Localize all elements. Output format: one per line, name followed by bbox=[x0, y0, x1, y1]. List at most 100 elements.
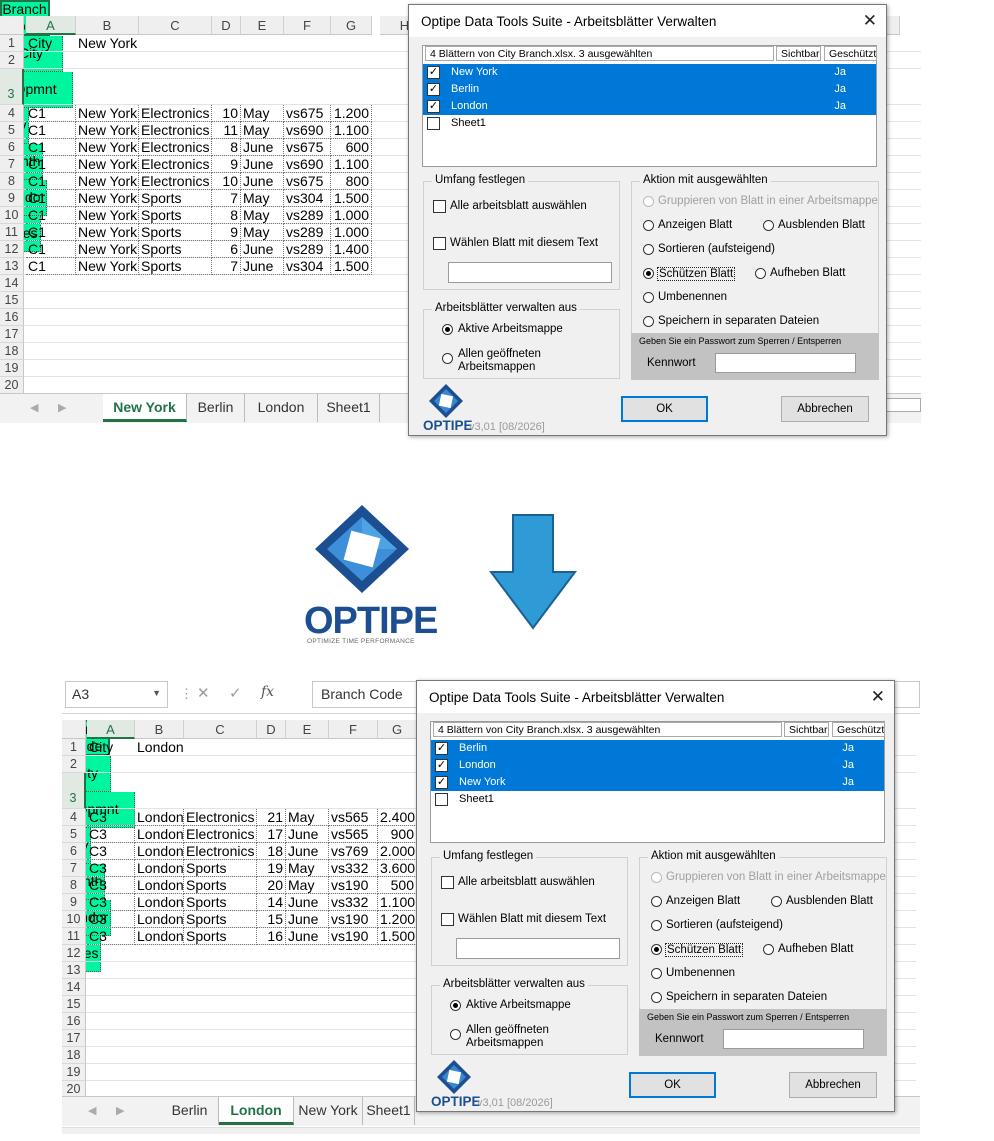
row-header[interactable]: 12 bbox=[62, 945, 86, 962]
unprotect-radio[interactable] bbox=[755, 268, 766, 279]
table-cell[interactable]: New York bbox=[76, 224, 139, 241]
row-header[interactable]: 17 bbox=[62, 1030, 86, 1047]
table-cell[interactable]: 1.000 bbox=[331, 207, 372, 224]
top-horizontal-scroll[interactable] bbox=[881, 398, 921, 412]
table-cell[interactable]: vs332 bbox=[329, 860, 378, 877]
table-cell[interactable]: London bbox=[135, 928, 184, 945]
table-cell[interactable]: June bbox=[241, 258, 284, 275]
col-protected-header[interactable]: Geschützten bbox=[832, 722, 885, 737]
table-cell[interactable]: 10 bbox=[212, 173, 241, 190]
row-header[interactable]: 19 bbox=[0, 360, 24, 377]
table-cell[interactable]: Sports bbox=[184, 860, 257, 877]
table-cell[interactable]: C3 bbox=[87, 894, 135, 911]
table-cell[interactable]: 9 bbox=[212, 156, 241, 173]
select-text-input[interactable] bbox=[448, 262, 612, 283]
function-icon[interactable]: fx bbox=[261, 684, 274, 700]
table-cell[interactable]: 1.500 bbox=[378, 928, 417, 945]
sheet-checkbox[interactable] bbox=[427, 117, 440, 130]
table-cell[interactable]: 1.200 bbox=[331, 105, 372, 122]
column-header[interactable]: E bbox=[241, 16, 284, 35]
row-header[interactable]: 16 bbox=[0, 309, 24, 326]
sheet-checkbox[interactable]: ✓ bbox=[435, 759, 448, 772]
column-header[interactable]: F bbox=[329, 720, 378, 739]
group-radio[interactable] bbox=[651, 872, 662, 883]
table-cell[interactable]: June bbox=[241, 173, 284, 190]
sheet-tab[interactable]: Sheet1 bbox=[318, 394, 380, 422]
group-radio[interactable] bbox=[643, 196, 654, 207]
password-input[interactable] bbox=[723, 1029, 864, 1049]
table-cell[interactable]: C3 bbox=[87, 877, 135, 894]
table-cell[interactable]: C1 bbox=[26, 173, 76, 190]
tab-nav-left-icon[interactable]: ◀ bbox=[88, 1104, 96, 1117]
show-radio[interactable] bbox=[651, 896, 662, 907]
table-cell[interactable]: New York bbox=[76, 105, 139, 122]
sheet-tab[interactable]: Berlin bbox=[187, 394, 245, 422]
table-cell[interactable]: Sports bbox=[184, 894, 257, 911]
table-cell[interactable]: 2.000 bbox=[378, 843, 417, 860]
table-cell[interactable]: London bbox=[135, 877, 184, 894]
sheet-checkbox[interactable]: ✓ bbox=[435, 742, 448, 755]
row-header[interactable]: 3 bbox=[0, 69, 24, 105]
column-header[interactable]: A bbox=[26, 16, 76, 35]
row-header[interactable]: 18 bbox=[0, 343, 24, 360]
table-cell[interactable]: C1 bbox=[26, 258, 76, 275]
tab-nav-left-icon[interactable]: ◀ bbox=[30, 401, 38, 414]
table-cell[interactable]: vs304 bbox=[284, 190, 331, 207]
table-cell[interactable]: 600 bbox=[331, 139, 372, 156]
row-header[interactable]: 11 bbox=[0, 224, 24, 241]
table-cell[interactable]: C3 bbox=[87, 809, 135, 826]
col-protected-header[interactable]: Geschützten bbox=[824, 46, 877, 61]
column-header[interactable]: B bbox=[76, 16, 139, 35]
all-open-workbooks-radio[interactable] bbox=[442, 353, 453, 364]
table-cell[interactable]: Sports bbox=[184, 911, 257, 928]
sheet-tab[interactable]: London bbox=[245, 394, 318, 422]
table-cell[interactable]: 2.400 bbox=[378, 809, 417, 826]
sheet-tab[interactable]: Berlin bbox=[161, 1097, 219, 1125]
corner-cell[interactable] bbox=[0, 16, 24, 35]
unprotect-radio[interactable] bbox=[763, 944, 774, 955]
table-cell[interactable]: Electronics bbox=[184, 843, 257, 860]
close-icon[interactable]: ✕ bbox=[871, 687, 885, 707]
table-cell[interactable]: 18 bbox=[257, 843, 286, 860]
table-cell[interactable]: New York bbox=[76, 173, 139, 190]
table-cell[interactable]: May bbox=[241, 207, 284, 224]
table-cell[interactable]: London bbox=[135, 809, 184, 826]
table-cell[interactable]: Electronics bbox=[184, 826, 257, 843]
column-header[interactable]: C bbox=[139, 16, 212, 35]
sheet-list[interactable]: 4 Blättern von City Branch.xlsx. 3 ausge… bbox=[422, 45, 877, 167]
table-cell[interactable]: vs289 bbox=[284, 207, 331, 224]
tab-nav-right-icon[interactable]: ▶ bbox=[58, 401, 66, 414]
table-cell[interactable]: 20 bbox=[257, 877, 286, 894]
row-header[interactable]: 14 bbox=[0, 275, 24, 292]
table-cell[interactable]: Electronics bbox=[139, 156, 212, 173]
row-header[interactable]: 10 bbox=[62, 911, 86, 928]
row-header[interactable]: 7 bbox=[62, 860, 86, 877]
table-cell[interactable]: C3 bbox=[87, 911, 135, 928]
column-header[interactable]: A bbox=[87, 720, 135, 739]
column-header[interactable]: G bbox=[378, 720, 417, 739]
ok-button[interactable]: OK bbox=[621, 396, 708, 422]
table-cell[interactable]: Sports bbox=[184, 877, 257, 894]
column-header[interactable]: D bbox=[212, 16, 241, 35]
table-cell[interactable]: London bbox=[135, 911, 184, 928]
table-cell[interactable]: June bbox=[241, 139, 284, 156]
table-cell[interactable]: 1.200 bbox=[378, 911, 417, 928]
password-input[interactable] bbox=[715, 353, 856, 373]
table-cell[interactable]: June bbox=[286, 911, 329, 928]
sort-radio[interactable] bbox=[643, 244, 654, 255]
table-cell[interactable]: New York bbox=[76, 122, 139, 139]
hide-radio[interactable] bbox=[771, 896, 782, 907]
table-cell[interactable]: 9 bbox=[212, 224, 241, 241]
table-cell[interactable]: Sports bbox=[139, 224, 212, 241]
hide-radio[interactable] bbox=[763, 220, 774, 231]
sheet-list-row[interactable]: ✓ New York Ja bbox=[431, 774, 884, 791]
select-text-checkbox[interactable] bbox=[441, 913, 454, 926]
table-cell[interactable]: C1 bbox=[26, 224, 76, 241]
row-header[interactable]: 7 bbox=[0, 156, 24, 173]
select-text-input[interactable] bbox=[456, 938, 620, 959]
table-cell[interactable]: Electronics bbox=[139, 139, 212, 156]
table-cell[interactable]: C1 bbox=[26, 122, 76, 139]
row-header[interactable]: 6 bbox=[62, 843, 86, 860]
table-cell[interactable]: C1 bbox=[26, 105, 76, 122]
row-header[interactable]: 19 bbox=[62, 1064, 86, 1081]
